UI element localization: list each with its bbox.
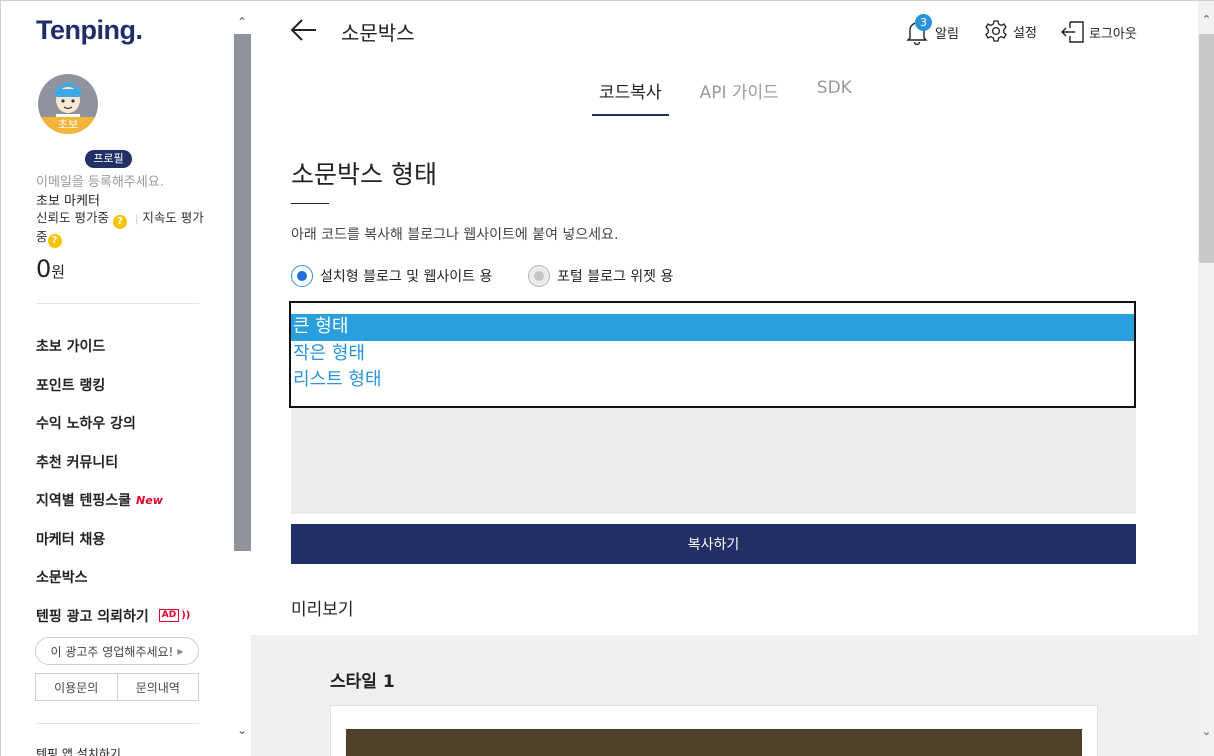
duration-suffix: 중 (36, 229, 48, 244)
radio-checked-icon[interactable] (291, 265, 313, 287)
preview-image[interactable] (346, 729, 1082, 756)
arrow-left-icon (290, 19, 316, 41)
inquiry-history-button[interactable]: 문의내역 (118, 674, 199, 700)
page-scroll-up-icon[interactable]: ⌃ (1199, 13, 1214, 26)
sidebar-item-label: 소문박스 (36, 570, 88, 587)
recommend-advertiser-button[interactable]: 이 광고주 영업해주세요! ▶ (35, 637, 199, 665)
sidebar-item-label: 포인트 랭킹 (36, 377, 106, 394)
points-balance: 0원 (36, 255, 65, 283)
radio-install-label: 설치형 블로그 및 웹사이트 용 (320, 269, 493, 285)
sidebar-item-label: 텐핑 광고 의뢰하기 (36, 608, 149, 625)
tenping-logo[interactable]: Tenping. (36, 15, 143, 46)
listbox-option-large[interactable]: 큰 형태 (291, 314, 1134, 341)
sidebar-item-ad-request[interactable]: 텐핑 광고 의뢰하기 AD)) (36, 597, 190, 636)
sidebar-item-label: 수익 노하우 강의 (36, 416, 136, 433)
divider (36, 303, 199, 304)
sidebar-item-recruit[interactable]: 마케터 채용 (36, 520, 190, 559)
sidebar-item-school[interactable]: 지역별 텐핑스쿨 New (36, 481, 190, 520)
avatar[interactable]: 초보 (38, 74, 98, 134)
points-value: 0 (36, 255, 52, 283)
trust-label: 신뢰도 평가중 (36, 210, 109, 225)
separator: | (134, 214, 139, 225)
new-badge: New (136, 493, 163, 507)
sidebar-item-guide[interactable]: 초보 가이드 (36, 327, 190, 366)
box-type-listbox[interactable]: 큰 형태 작은 형태 리스트 형태 (289, 301, 1136, 408)
inquiry-button[interactable]: 이용문의 (36, 674, 118, 700)
ad-badge: AD (158, 609, 180, 623)
recommend-advertiser-label: 이 광고주 영업해주세요! (50, 644, 174, 659)
ad-wave-icon: )) (181, 610, 191, 622)
sidebar-item-label: 마케터 채용 (36, 531, 106, 548)
sidebar-item-community[interactable]: 추천 커뮤니티 (36, 443, 190, 482)
profile-button[interactable]: 프로필 (85, 150, 132, 168)
sidebar-item-ranking[interactable]: 포인트 랭킹 (36, 366, 190, 405)
notification-count-badge: 3 (915, 14, 932, 31)
radio-disabled-icon[interactable] (528, 265, 550, 287)
page-scroll-thumb[interactable] (1199, 34, 1214, 263)
radio-portal-label: 포털 블로그 위젯 용 (557, 269, 674, 285)
back-button[interactable] (289, 15, 319, 45)
play-icon: ▶ (177, 646, 184, 656)
email-hint[interactable]: 이메일을 등록해주세요. (36, 171, 164, 190)
evaluation-status: 신뢰도 평가중 ? | 지속도 평가 중? (36, 210, 206, 248)
user-title: 초보 마케터 (36, 194, 100, 209)
logout-button[interactable]: 로그아웃 (1060, 19, 1137, 45)
sidebar-item-label: 초보 가이드 (36, 339, 106, 356)
notification-label: 알림 (935, 26, 959, 42)
sidebar-item-label: 추천 커뮤니티 (36, 454, 119, 471)
page-title: 소문박스 (341, 21, 415, 45)
logout-icon (1061, 21, 1084, 43)
page-scroll-down-icon[interactable]: ⌄ (1199, 725, 1214, 738)
settings-button[interactable]: 설정 (984, 19, 1037, 43)
sidebar-menu: 초보 가이드 포인트 랭킹 수익 노하우 강의 추천 커뮤니티 지역별 텐핑스쿨… (36, 327, 190, 635)
trust-help-icon[interactable]: ? (112, 215, 127, 229)
sidebar-item-somunbox[interactable]: 소문박스 (36, 558, 190, 597)
title-underline (291, 203, 329, 204)
notifications-button[interactable]: 3 알림 (905, 14, 959, 46)
points-unit: 원 (51, 263, 66, 281)
avatar-level-label: 초보 (38, 117, 98, 134)
sidebar-scroll-thumb[interactable] (234, 34, 251, 551)
style-title: 스타일 1 (330, 672, 395, 692)
listbox-option-list[interactable]: 리스트 형태 (291, 367, 1134, 394)
tab-api-guide[interactable]: API 가이드 (693, 75, 786, 116)
section-title: 소문박스 형태 (291, 160, 437, 189)
tab-sdk[interactable]: SDK (810, 75, 859, 116)
inquiry-button-group: 이용문의 문의내역 (35, 673, 199, 701)
duration-label: 지속도 평가 (142, 210, 204, 225)
sidebar-item-lecture[interactable]: 수익 노하우 강의 (36, 404, 190, 443)
listbox-option-small[interactable]: 작은 형태 (291, 341, 1134, 368)
tab-code-copy[interactable]: 코드복사 (592, 75, 669, 116)
radio-portal-type[interactable]: 포털 블로그 위젯 용 (528, 265, 673, 287)
tab-bar: 코드복사 API 가이드 SDK (592, 75, 883, 116)
sidebar-scroll-down-icon[interactable]: ⌄ (235, 723, 249, 737)
code-textarea[interactable] (291, 408, 1136, 514)
gear-icon (985, 20, 1007, 42)
sidebar-item-label: 지역별 텐핑스쿨 (36, 493, 132, 510)
settings-label: 설정 (1013, 25, 1037, 41)
duration-help-icon[interactable]: ? (47, 234, 62, 248)
copy-button[interactable]: 복사하기 (291, 524, 1136, 564)
app-install-link[interactable]: 텐핑 앱 설치하기 (36, 745, 121, 756)
section-description: 아래 코드를 복사해 블로그나 웹사이트에 붙여 넣으세요. (291, 227, 619, 243)
sidebar: Tenping. 초보 프로필 이메일을 등록해주세요. 초보 마케터 신뢰도 … (1, 1, 251, 756)
divider (36, 723, 199, 724)
radio-install-type[interactable]: 설치형 블로그 및 웹사이트 용 (291, 265, 492, 287)
sidebar-scroll-up-icon[interactable]: ⌃ (235, 15, 249, 29)
preview-heading: 미리보기 (291, 600, 354, 620)
logout-label: 로그아웃 (1089, 26, 1137, 42)
